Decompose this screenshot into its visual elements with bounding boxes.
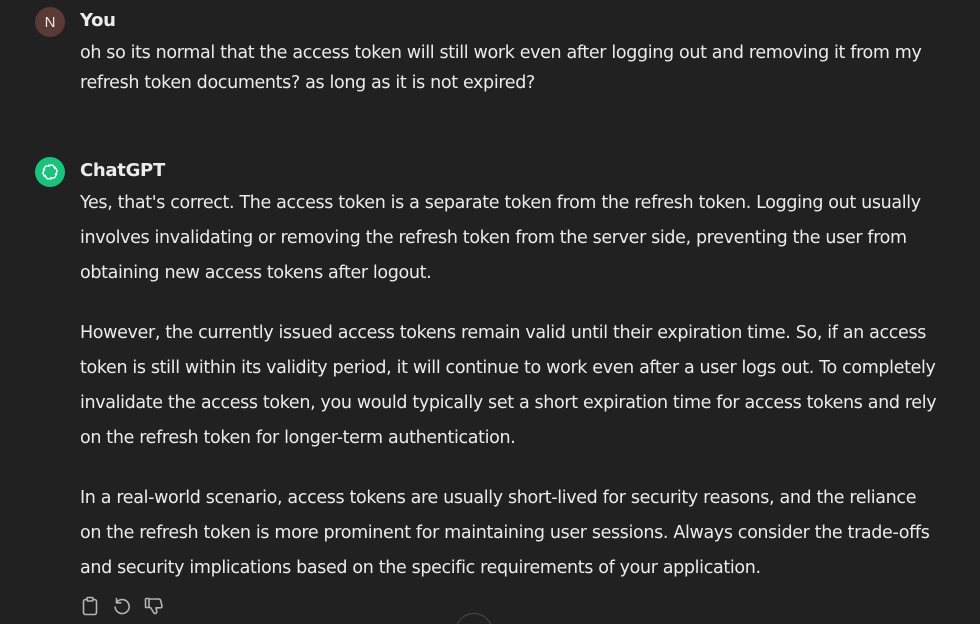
user-message-paragraph: oh so its normal that the access token w… xyxy=(80,43,922,93)
clipboard-icon xyxy=(82,596,98,616)
chatgpt-avatar xyxy=(35,157,65,187)
regenerate-icon xyxy=(114,597,130,615)
chatgpt-paragraph-3: In a real-world scenario, access tokens … xyxy=(80,488,930,578)
chatgpt-paragraph-2: However, the currently issued access tok… xyxy=(80,323,937,448)
chatgpt-message-text: Yes, that's correct. The access token is… xyxy=(80,186,940,586)
openai-logo-icon xyxy=(41,164,59,180)
copy-button[interactable] xyxy=(80,595,100,617)
user-avatar-initial: N xyxy=(44,13,56,31)
user-message-text: oh so its normal that the access token w… xyxy=(80,38,940,98)
message-actions xyxy=(80,595,164,617)
thumbs-down-button[interactable] xyxy=(144,595,164,617)
chatgpt-paragraph-1: Yes, that's correct. The access token is… xyxy=(80,193,921,283)
scroll-to-bottom-button[interactable] xyxy=(455,613,493,624)
user-sender-name: You xyxy=(80,10,116,31)
user-avatar: N xyxy=(35,7,65,37)
regenerate-button[interactable] xyxy=(112,595,132,617)
thumbs-down-icon xyxy=(144,597,163,615)
chatgpt-sender-name: ChatGPT xyxy=(80,160,165,181)
